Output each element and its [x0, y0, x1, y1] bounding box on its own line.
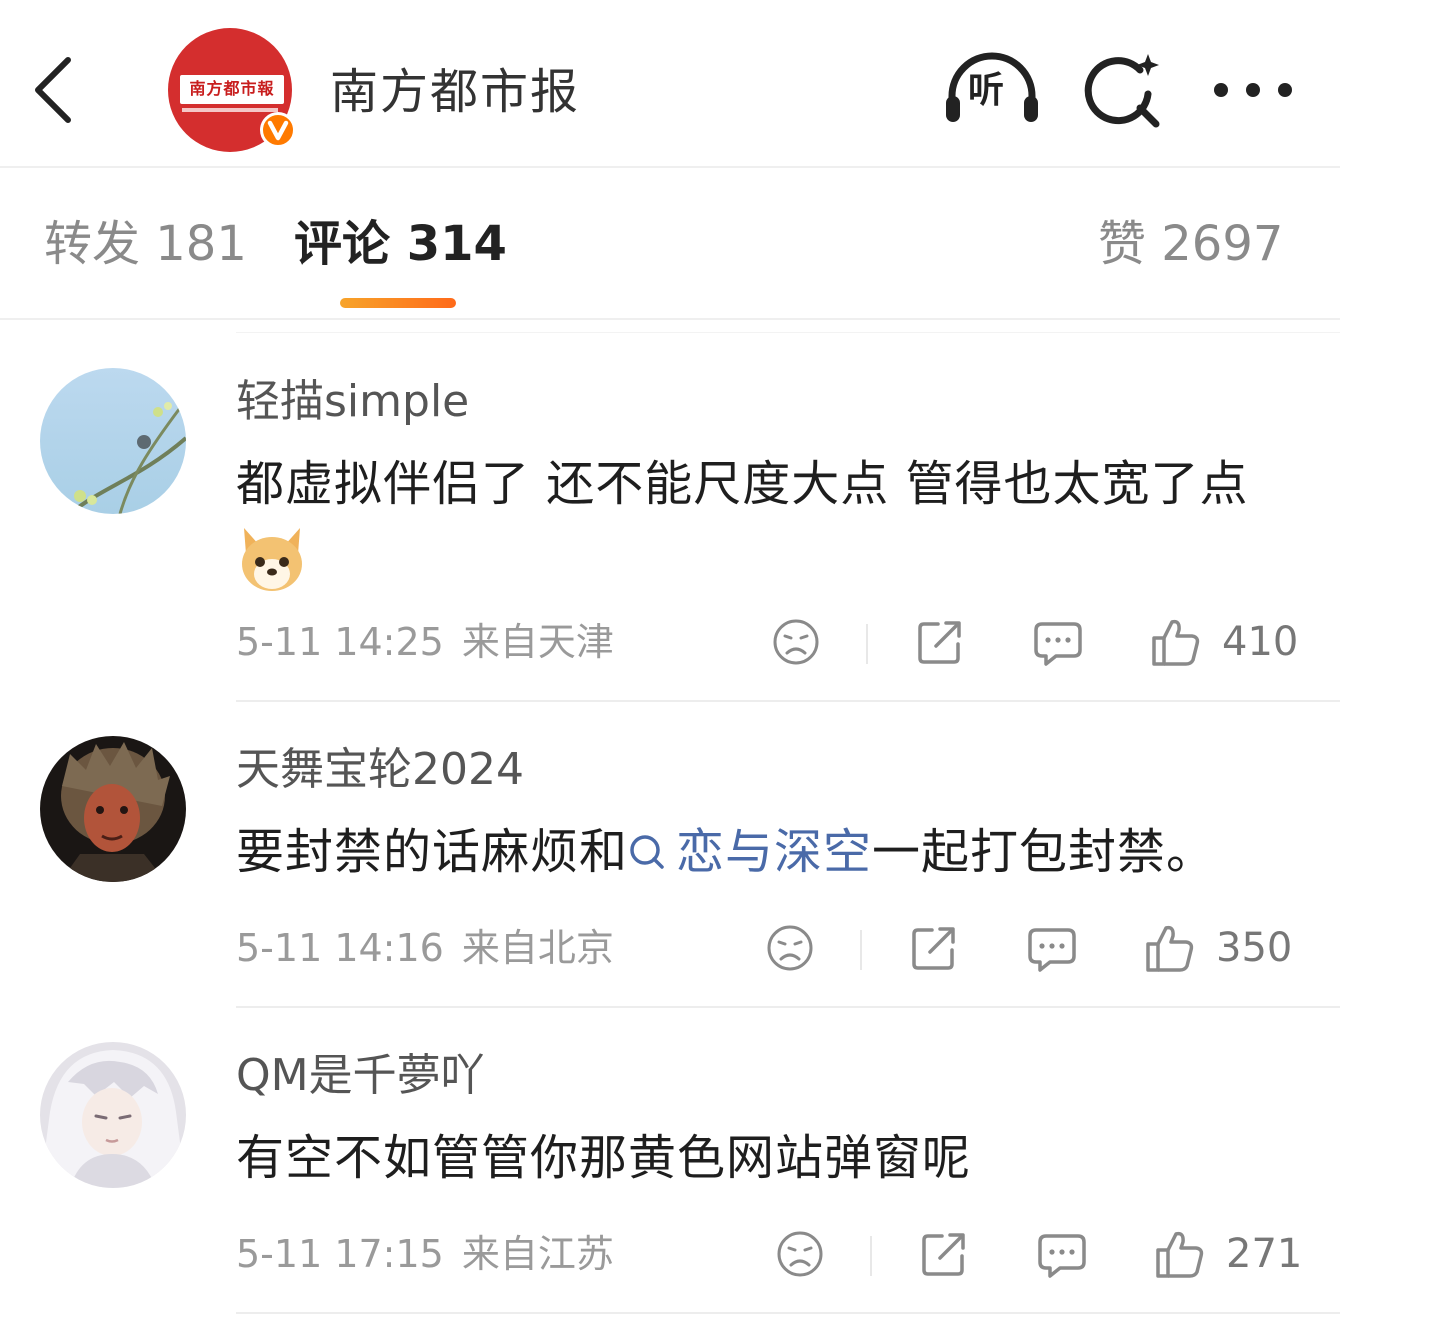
comment-divider: [236, 700, 1340, 702]
tab-likes[interactable]: 赞 2697: [1098, 210, 1283, 278]
like-count: 271: [1226, 1231, 1303, 1277]
comment-text-after: 一起打包封禁。: [872, 824, 1216, 880]
avatar-image: [40, 368, 186, 514]
action-separator: [870, 1236, 872, 1276]
listen-label: 听: [968, 70, 1005, 111]
reply-icon[interactable]: [1026, 922, 1078, 974]
comment-text: 要封禁的话麻烦和 恋与深空一起打包封禁。: [236, 814, 1316, 890]
user-avatar[interactable]: [40, 1042, 186, 1188]
reply-icon[interactable]: [1032, 616, 1084, 668]
comment-meta: 5-11 14:16 来自北京: [236, 922, 614, 974]
share-icon[interactable]: [908, 922, 960, 974]
action-separator: [866, 624, 868, 664]
search-button[interactable]: [1084, 52, 1166, 134]
search-icon: [630, 835, 664, 869]
comment-divider: [236, 1006, 1340, 1008]
comment-location: 来自天津: [461, 620, 614, 664]
dislike-face-icon[interactable]: [774, 1228, 826, 1280]
top-bar: 南方都市報 南方都市报 听: [0, 0, 1340, 166]
like-count: 410: [1222, 619, 1299, 665]
account-title: 南方都市报: [330, 64, 581, 120]
share-icon[interactable]: [918, 1228, 970, 1280]
comment-divider: [236, 1312, 1340, 1314]
topic-link-label: 恋与深空: [676, 824, 873, 880]
tab-repost[interactable]: 转发 181: [44, 210, 247, 278]
action-separator: [860, 930, 862, 970]
share-icon[interactable]: [914, 616, 966, 668]
comment-meta: 5-11 14:25 来自天津: [236, 616, 614, 668]
more-button[interactable]: [1210, 70, 1296, 110]
comment-text: 有空不如管管你那黄色网站弹窗呢: [236, 1130, 972, 1186]
weibo-comments-page: 南方都市報 南方都市报 听 转发 181 评论 314 赞 2697 轻描sim…: [0, 0, 1440, 1324]
listen-button[interactable]: 听: [944, 52, 1040, 128]
comment-meta: 5-11 17:15 来自江苏: [236, 1228, 614, 1280]
account-avatar[interactable]: 南方都市報: [168, 28, 296, 154]
comment-time: 5-11 14:16: [236, 926, 444, 970]
verified-v-icon: [267, 120, 289, 141]
header-divider: [0, 166, 1340, 168]
comment-actions: 410: [770, 616, 1300, 676]
comment-username[interactable]: QM是千夢吖: [236, 1046, 485, 1106]
avatar-image: [40, 1042, 186, 1188]
comment-time: 5-11 14:25: [236, 620, 444, 664]
comment-text: 都虚拟伴侣了 还不能尺度大点 管得也太宽了点: [236, 456, 1249, 512]
like-thumb-icon[interactable]: [1150, 616, 1202, 668]
comment-location: 来自北京: [461, 926, 614, 970]
tab-comments[interactable]: 评论 314: [294, 210, 507, 278]
comment-time: 5-11 17:15: [236, 1232, 444, 1276]
verified-badge: [260, 112, 296, 148]
user-avatar[interactable]: [40, 368, 186, 514]
dislike-face-icon[interactable]: [770, 616, 822, 668]
logo-text: 南方都市報: [180, 75, 284, 104]
like-count: 350: [1216, 925, 1293, 971]
back-button[interactable]: [26, 52, 82, 128]
more-dots-icon: [1214, 83, 1292, 97]
topic-link[interactable]: 恋与深空: [628, 824, 872, 880]
search-sparkle-icon: [1084, 54, 1160, 128]
avatar-image: [40, 736, 186, 882]
comment-text-before: 要封禁的话麻烦和: [236, 824, 629, 880]
comment-actions: 350: [764, 922, 1300, 982]
user-avatar[interactable]: [40, 736, 186, 882]
tabs-divider: [0, 318, 1340, 320]
like-thumb-icon[interactable]: [1144, 922, 1196, 974]
reply-icon[interactable]: [1036, 1228, 1088, 1280]
dog-emoji-icon: [236, 524, 308, 596]
like-thumb-icon[interactable]: [1154, 1228, 1206, 1280]
comment-actions: 271: [774, 1228, 1303, 1288]
comment-username[interactable]: 轻描simple: [236, 372, 469, 432]
comment-username[interactable]: 天舞宝轮2024: [236, 740, 524, 800]
comment-location: 来自江苏: [461, 1232, 614, 1276]
logo-subline: [182, 108, 278, 112]
list-top-divider: [236, 332, 1340, 333]
dislike-face-icon[interactable]: [764, 922, 816, 974]
back-chevron-icon: [35, 57, 71, 123]
active-tab-indicator: [340, 298, 456, 308]
